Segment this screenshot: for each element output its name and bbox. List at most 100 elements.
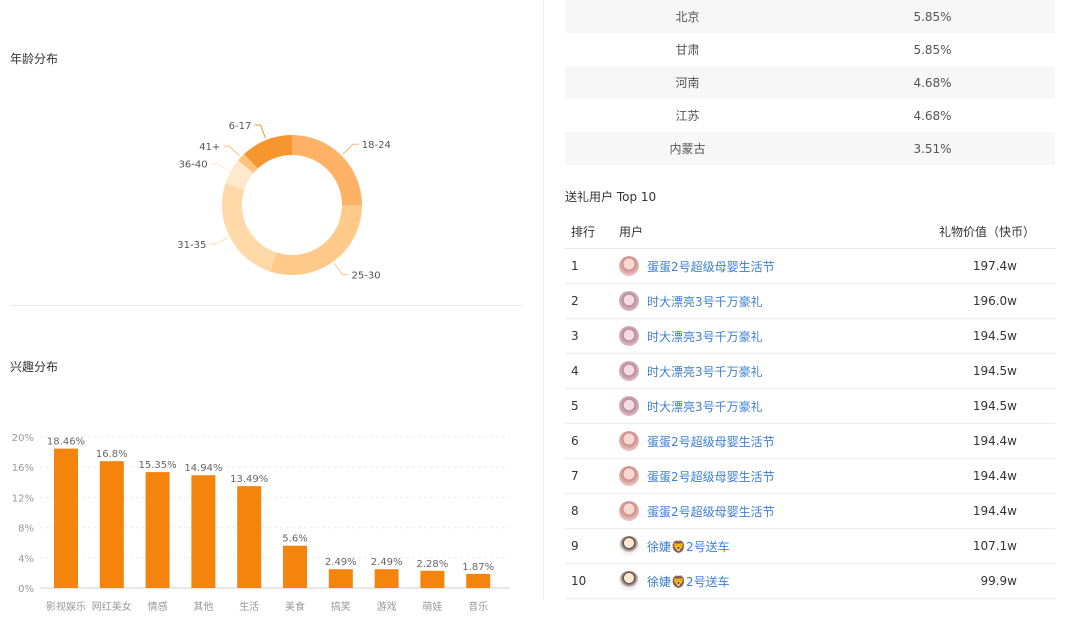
x-tick-label: 萌娃 (422, 600, 442, 613)
table-row: 3 时大漂亮3号千万豪礼 194.5w (565, 319, 1055, 354)
table-row: 4 时大漂亮3号千万豪礼 194.5w (565, 354, 1055, 389)
rank-cell: 7 (571, 469, 579, 483)
interest-chart-title: 兴趣分布 (10, 360, 59, 374)
bar-value-label: 13.49% (230, 474, 268, 485)
rank-cell: 3 (571, 329, 579, 343)
avatar[interactable] (619, 326, 639, 346)
region-name: 江苏 (675, 109, 700, 123)
avatar[interactable] (619, 431, 639, 451)
x-tick-label: 音乐 (468, 600, 488, 613)
user-cell: 时大漂亮3号千万豪礼 (607, 361, 897, 381)
bar-value-label: 1.87% (462, 562, 494, 573)
user-name-link[interactable]: 时大漂亮3号千万豪礼 (647, 363, 763, 380)
bar-情感 (145, 472, 170, 588)
donut-slice-25-30 (270, 205, 362, 275)
gift-value-cell: 194.5w (972, 329, 1017, 343)
region-row: 甘肃 5.85% (565, 33, 1055, 66)
bar-value-label: 5.6% (282, 534, 307, 545)
gift-value-cell: 194.4w (972, 504, 1017, 518)
avatar[interactable] (619, 361, 639, 381)
user-cell: 徐婕🦁2号送车 (607, 536, 897, 556)
region-name: 北京 (675, 10, 700, 24)
user-cell: 时大漂亮3号千万豪礼 (607, 291, 897, 311)
donut-label: 31-35 (177, 240, 206, 251)
rank-cell: 5 (571, 399, 579, 413)
donut-label: 18-24 (362, 140, 391, 151)
avatar[interactable] (619, 291, 639, 311)
donut-label: 25-30 (352, 271, 381, 282)
bar-音乐 (466, 573, 491, 588)
avatar[interactable] (619, 571, 639, 591)
gift-value-cell: 107.1w (972, 539, 1017, 553)
x-tick-label: 搞笑 (331, 600, 351, 613)
donut-leader-line (210, 163, 230, 171)
user-name-link[interactable]: 蛋蛋2号超级母婴生活节 (647, 503, 775, 520)
interest-bar-chart: 0% 4% 8% 12% 16% 20% 18.46% 影视娱乐 16.8% 网红美女 15.35%… (12, 433, 510, 613)
user-name-link[interactable]: 蛋蛋2号超级母婴生活节 (647, 258, 775, 275)
gift-rows: 1 蛋蛋2号超级母婴生活节 197.4w 2 时大漂亮3号千万豪礼 196.0w 3 时大漂亮… (565, 249, 1055, 599)
donut-label: 36-40 (179, 160, 208, 171)
region-row: 北京 5.85% (565, 0, 1055, 33)
x-tick-label: 游戏 (377, 600, 397, 613)
table-row: 9 徐婕🦁2号送车 107.1w (565, 529, 1055, 564)
donut-label: 41+ (199, 142, 220, 153)
bar-搞笑 (328, 569, 353, 588)
bar-value-label: 2.28% (417, 559, 449, 570)
user-name-link[interactable]: 蛋蛋2号超级母婴生活节 (647, 433, 775, 450)
y-tick-label: 4% (18, 554, 34, 565)
region-table: 北京 5.85% 甘肃 5.85% 河南 4.68% 江苏 4.68% 内蒙古 … (565, 0, 1055, 165)
user-cell: 时大漂亮3号千万豪礼 (607, 396, 897, 416)
bar-影视娱乐 (54, 448, 78, 588)
bar-value-label: 2.49% (371, 557, 403, 568)
table-row: 2 时大漂亮3号千万豪礼 196.0w (565, 284, 1055, 319)
rank-cell: 4 (571, 364, 579, 378)
user-name-link[interactable]: 徐婕🦁2号送车 (647, 538, 730, 555)
region-percent: 4.68% (913, 108, 952, 123)
region-name: 河南 (675, 76, 700, 90)
gift-value-cell: 194.4w (972, 469, 1017, 483)
table-row: 8 蛋蛋2号超级母婴生活节 194.4w (565, 494, 1055, 529)
bar-value-label: 15.35% (139, 460, 177, 471)
region-row: 内蒙古 3.51% (565, 132, 1055, 165)
rank-cell: 2 (571, 294, 579, 308)
avatar[interactable] (619, 256, 639, 276)
region-name: 甘肃 (675, 43, 700, 57)
region-row: 江苏 4.68% (565, 99, 1055, 132)
region-row: 河南 4.68% (565, 66, 1055, 99)
bar-萌娃 (420, 570, 445, 588)
gift-value-cell: 99.9w (980, 574, 1017, 588)
donut-label: 6-17 (229, 121, 252, 132)
bar-value-label: 2.49% (325, 557, 357, 568)
table-row: 1 蛋蛋2号超级母婴生活节 197.4w (565, 249, 1055, 284)
user-name-link[interactable]: 蛋蛋2号超级母婴生活节 (647, 468, 775, 485)
user-cell: 蛋蛋2号超级母婴生活节 (607, 466, 897, 486)
avatar[interactable] (619, 466, 639, 486)
x-tick-label: 生活 (239, 600, 259, 613)
gift-users-title: 送礼用户 Top 10 (565, 190, 657, 204)
avatar[interactable] (619, 396, 639, 416)
gift-value-cell: 197.4w (972, 259, 1017, 273)
user-cell: 蛋蛋2号超级母婴生活节 (607, 501, 897, 521)
bar-网红美女 (99, 461, 124, 588)
gift-users-table: 排行 用户 礼物价值（快币） 1 蛋蛋2号超级母婴生活节 197.4w 2 时大漂亮3号… (565, 214, 1055, 599)
header-rank: 排行 (571, 224, 596, 239)
right-panel: 北京 5.85% 甘肃 5.85% 河南 4.68% 江苏 4.68% 内蒙古 … (545, 0, 1080, 625)
table-row: 10 徐婕🦁2号送车 99.9w (565, 564, 1055, 599)
x-tick-label: 其他 (193, 600, 213, 613)
user-cell: 时大漂亮3号千万豪礼 (607, 326, 897, 346)
rank-cell: 10 (571, 574, 587, 588)
gift-value-cell: 194.5w (972, 364, 1017, 378)
bar-value-label: 16.8% (96, 449, 128, 460)
rank-cell: 8 (571, 504, 579, 518)
avatar[interactable] (619, 536, 639, 556)
rank-cell: 1 (571, 259, 579, 273)
donut-leader-line (342, 143, 359, 155)
left-panel: 年龄分布 18-24 25-30 31-35 36-40 41+ 6-17 兴趣分布 0%… (0, 0, 540, 625)
user-name-link[interactable]: 徐婕🦁2号送车 (647, 573, 730, 590)
y-tick-label: 8% (18, 524, 34, 535)
gift-value-cell: 194.5w (972, 399, 1017, 413)
user-name-link[interactable]: 时大漂亮3号千万豪礼 (647, 293, 763, 310)
user-name-link[interactable]: 时大漂亮3号千万豪礼 (647, 398, 763, 415)
user-name-link[interactable]: 时大漂亮3号千万豪礼 (647, 328, 763, 345)
avatar[interactable] (619, 501, 639, 521)
